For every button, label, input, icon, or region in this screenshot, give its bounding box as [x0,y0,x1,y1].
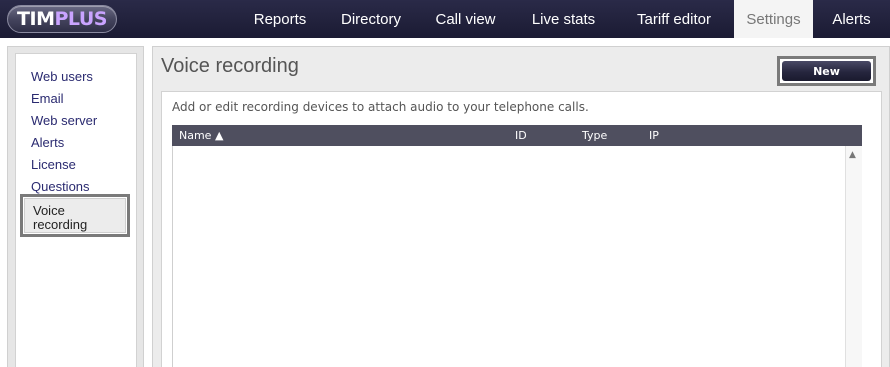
sidebar-item-alerts[interactable]: Alerts [31,135,64,150]
sidebar-item-web-users[interactable]: Web users [31,69,93,84]
timplus-logo[interactable]: TIM PLUS [7,5,117,33]
logo-text-tim: TIM [17,8,55,30]
sidebar-item-web-server[interactable]: Web server [31,113,97,128]
sidebar-item-license[interactable]: License [31,157,76,172]
new-button[interactable]: New [782,61,871,81]
sidebar-item-questions[interactable]: Questions [31,179,90,194]
nav-tab-settings[interactable]: Settings [734,0,813,38]
table-body [172,146,862,367]
logo-text-plus: PLUS [54,8,107,30]
nav-tab-live-stats[interactable]: Live stats [513,0,614,38]
nav-tab-directory[interactable]: Directory [324,0,418,38]
nav-tab-call-view[interactable]: Call view [418,0,513,38]
column-header-id[interactable]: ID [515,129,527,142]
page-description: Add or edit recording devices to attach … [172,100,589,114]
sidebar-item-voice-recording-line2: recording [33,217,88,232]
nav-tab-reports[interactable]: Reports [236,0,324,38]
table-scrollbar[interactable] [845,146,862,367]
sidebar-item-voice-recording-line1: Voice [33,203,65,218]
column-header-ip[interactable]: IP [649,129,659,142]
page-title: Voice recording [161,55,299,77]
sidebar-item-email[interactable]: Email [31,91,64,106]
new-button-highlight: New [777,56,876,86]
scroll-up-arrow-icon[interactable]: ▲ [849,150,856,160]
sidebar-item-voice-recording[interactable]: Voice recording [24,198,126,233]
nav-tab-tariff-editor[interactable]: Tariff editor [614,0,734,38]
column-header-name[interactable]: Name ▲ [179,129,223,142]
sidebar-item-voice-recording-highlight[interactable]: Voice recording [20,194,130,237]
column-header-type[interactable]: Type [582,129,607,142]
nav-tab-alerts[interactable]: Alerts [813,0,890,38]
